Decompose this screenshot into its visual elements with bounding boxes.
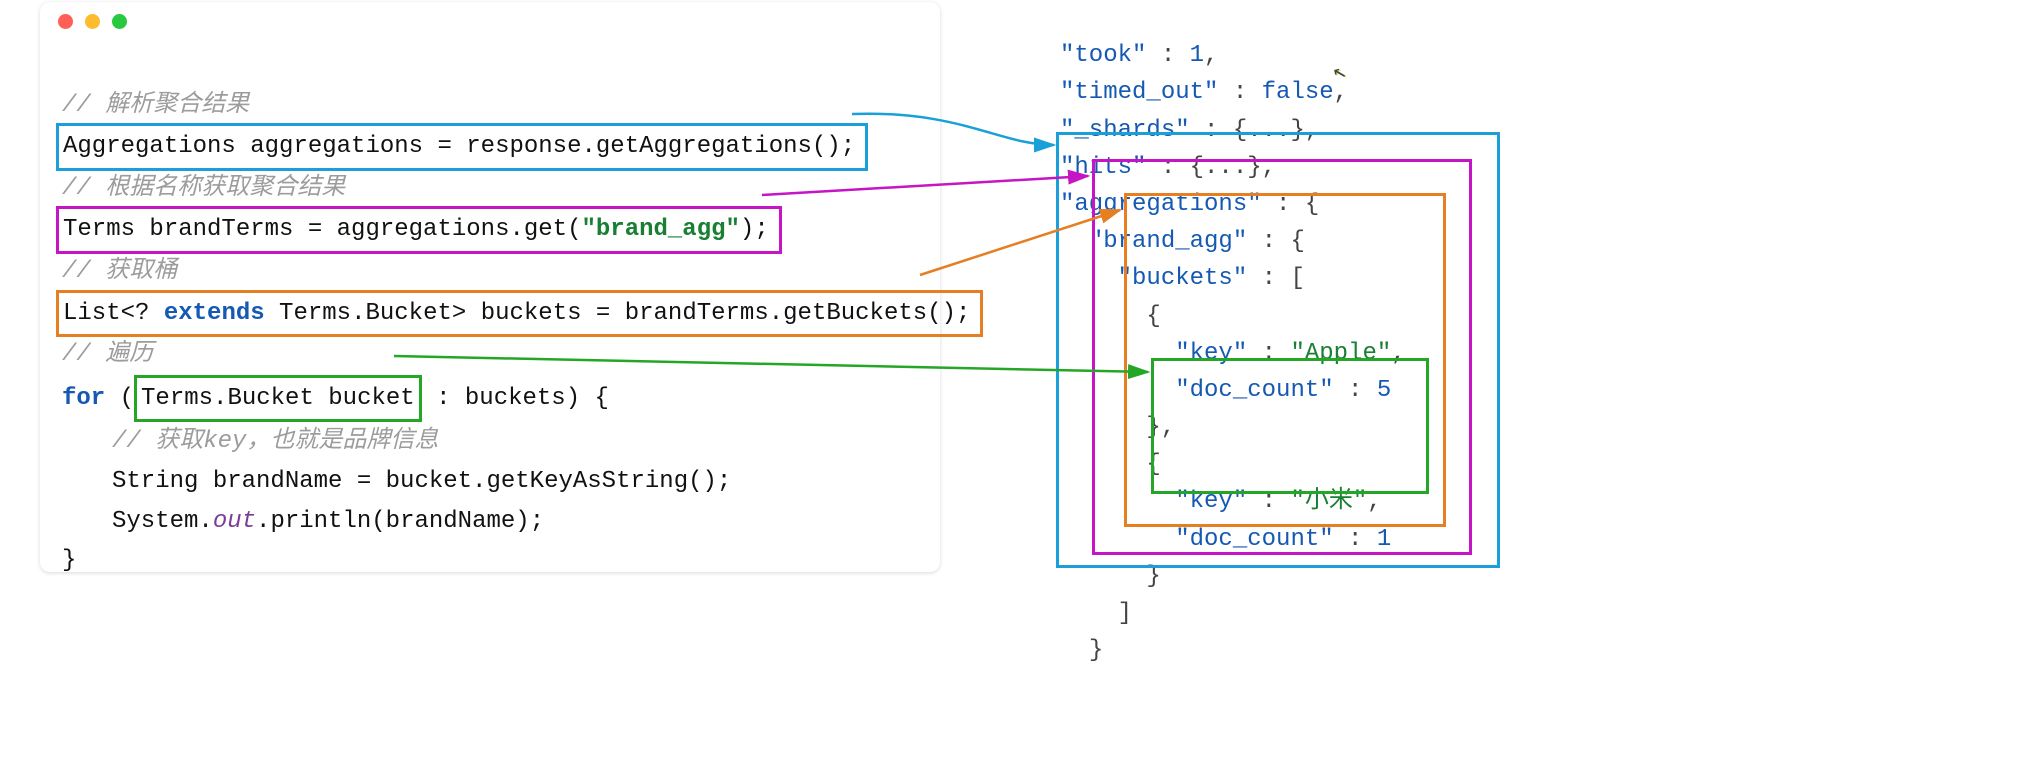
json-key-shards: "_shards" — [1060, 117, 1190, 144]
code-text: ( — [105, 385, 134, 412]
json-val: 1 — [1377, 526, 1391, 553]
maximize-icon[interactable] — [112, 14, 127, 29]
json-key-took: "took" — [1060, 42, 1146, 69]
code-line-brandterms: Terms brandTerms = aggregations.get("bra… — [56, 206, 782, 254]
code-text: ); — [740, 216, 769, 243]
code-line-buckets: List<? extends Terms.Bucket> buckets = b… — [56, 290, 983, 338]
json-key-buckets: "buckets" — [1118, 265, 1248, 292]
code-text: .println(brandName); — [256, 508, 544, 535]
comment-parse-agg: // 解析聚合结果 — [62, 92, 249, 119]
json-key: "doc_count" — [1175, 377, 1333, 404]
json-key-aggregations: "aggregations" — [1060, 191, 1262, 218]
code-text: Terms brandTerms = aggregations.get( — [63, 216, 581, 243]
comment-iterate: // 遍历 — [62, 341, 153, 368]
minimize-icon[interactable] — [85, 14, 100, 29]
code-text: : buckets) { — [422, 385, 609, 412]
json-key-hits: "hits" — [1060, 154, 1146, 181]
code-text: Terms.Bucket> buckets = brandTerms.getBu… — [265, 300, 971, 327]
code-getkey: String brandName = bucket.getKeyAsString… — [112, 468, 731, 495]
json-key-timedout: "timed_out" — [1060, 79, 1218, 106]
json-key-brandagg: "brand_agg" — [1089, 228, 1247, 255]
keyword: extends — [164, 300, 265, 327]
json-key: "key" — [1175, 488, 1247, 515]
code-line-aggregations: Aggregations aggregations = response.get… — [56, 123, 868, 171]
json-val-took: 1 — [1190, 42, 1204, 69]
brace-close: } — [62, 547, 76, 574]
code-text: System. — [112, 508, 213, 535]
comment-get-by-name: // 根据名称获取聚合结果 — [62, 175, 345, 202]
code-text: Terms.Bucket bucket — [141, 385, 415, 412]
json-response: "took" : 1, "timed_out" : false, "_shard… — [1060, 0, 1580, 669]
comment-get-key: // 获取key，也就是品牌信息 — [112, 428, 438, 455]
code-bucket-var: Terms.Bucket bucket — [134, 375, 422, 423]
code-text: List<? — [63, 300, 164, 327]
json-key: "key" — [1175, 340, 1247, 367]
json-val-timedout: false — [1262, 79, 1334, 106]
json-key: "doc_count" — [1175, 526, 1333, 553]
json-val-xiaomi: "小米" — [1290, 488, 1367, 515]
json-val: 5 — [1377, 377, 1391, 404]
window-titlebar — [40, 2, 940, 40]
code-window: // 解析聚合结果 Aggregations aggregations = re… — [40, 2, 940, 572]
java-code: // 解析聚合结果 Aggregations aggregations = re… — [40, 40, 940, 591]
comment-get-buckets: // 获取桶 — [62, 258, 177, 285]
keyword-for: for — [62, 385, 105, 412]
field-out: out — [213, 508, 256, 535]
close-icon[interactable] — [58, 14, 73, 29]
json-val-apple: "Apple" — [1290, 340, 1391, 367]
code-text: Aggregations aggregations = response.get… — [63, 133, 855, 160]
string-literal: "brand_agg" — [581, 216, 739, 243]
